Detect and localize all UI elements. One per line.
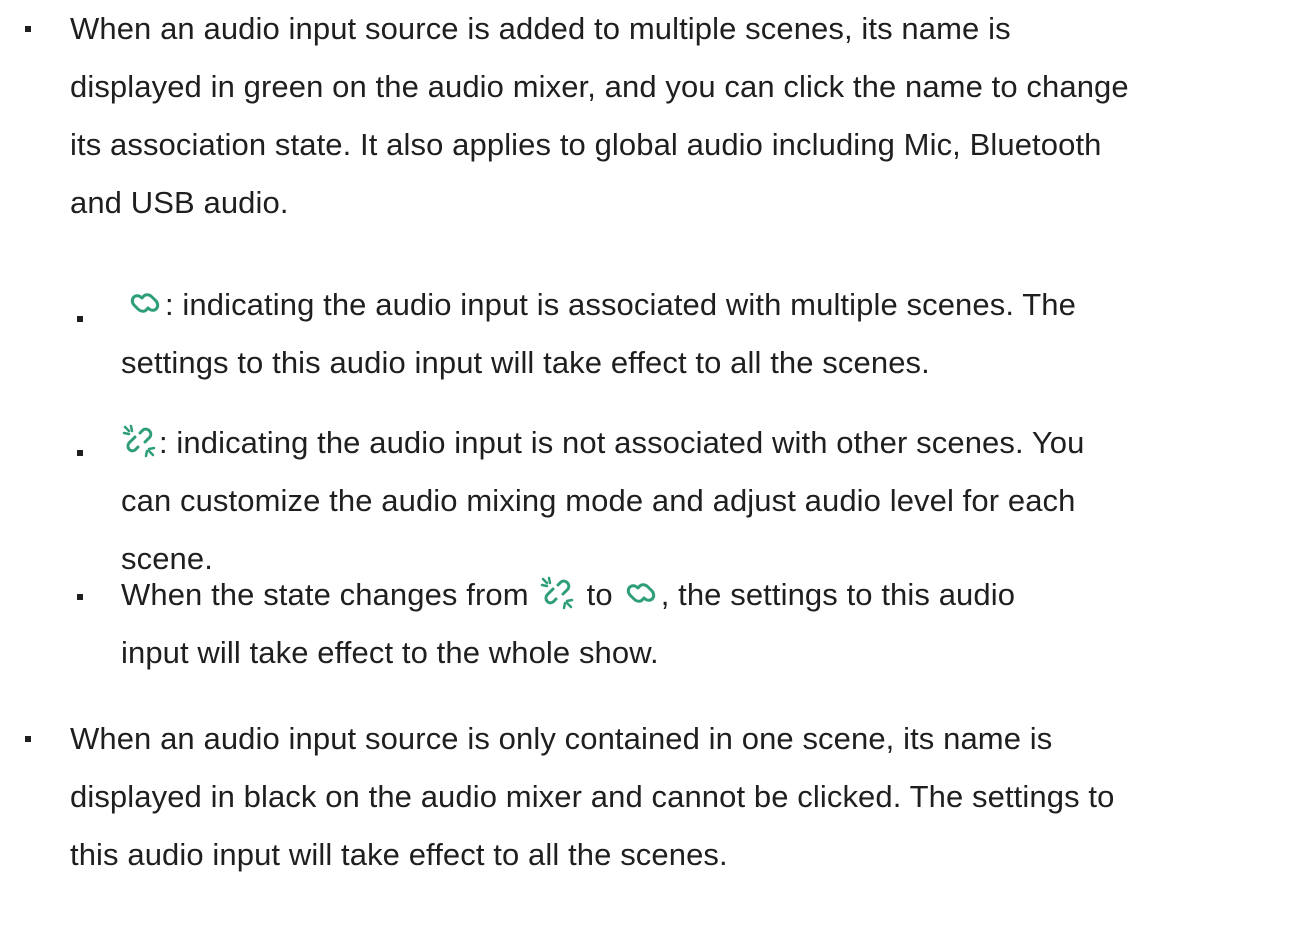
text-line: displayed in green on the audio mixer, a… bbox=[70, 69, 1129, 104]
text-line: its association state. It also applies t… bbox=[70, 127, 1102, 162]
text-line: and USB audio. bbox=[70, 185, 289, 220]
bullet-paragraph-2: When an audio input source is only conta… bbox=[70, 710, 1114, 884]
document-page: When an audio input source is added to m… bbox=[0, 0, 1297, 940]
bullet-marker bbox=[25, 736, 31, 742]
broken-link-icon bbox=[121, 423, 157, 459]
text-line: When the state changes from to , the set… bbox=[121, 566, 1015, 624]
text-line: this audio input will take effect to all… bbox=[70, 837, 728, 872]
bullet-paragraph-1: When an audio input source is added to m… bbox=[70, 0, 1129, 232]
sub-bullet-marker bbox=[77, 450, 83, 456]
text-line: can customize the audio mixing mode and … bbox=[121, 483, 1076, 518]
broken-link-icon bbox=[539, 575, 575, 611]
text-line: settings to this audio input will take e… bbox=[121, 345, 930, 380]
text-line: input will take effect to the whole show… bbox=[121, 635, 659, 670]
sub-bullet-marker bbox=[77, 594, 83, 600]
bullet-marker bbox=[25, 26, 31, 32]
sub-bullet-state-change: When the state changes from to , the set… bbox=[121, 566, 1015, 682]
text-line: displayed in black on the audio mixer an… bbox=[70, 779, 1115, 814]
text-line: When an audio input source is added to m… bbox=[70, 11, 1011, 46]
sub-bullet-marker bbox=[77, 316, 83, 322]
text-line: : indicating the audio input is associat… bbox=[121, 276, 1076, 334]
link-icon bbox=[127, 285, 163, 321]
sub-bullet-linked: : indicating the audio input is associat… bbox=[121, 276, 1076, 392]
text-line: : indicating the audio input is not asso… bbox=[121, 414, 1084, 472]
sub-bullet-unlinked: : indicating the audio input is not asso… bbox=[121, 414, 1084, 588]
text-line: When an audio input source is only conta… bbox=[70, 721, 1053, 756]
link-icon bbox=[623, 575, 659, 611]
